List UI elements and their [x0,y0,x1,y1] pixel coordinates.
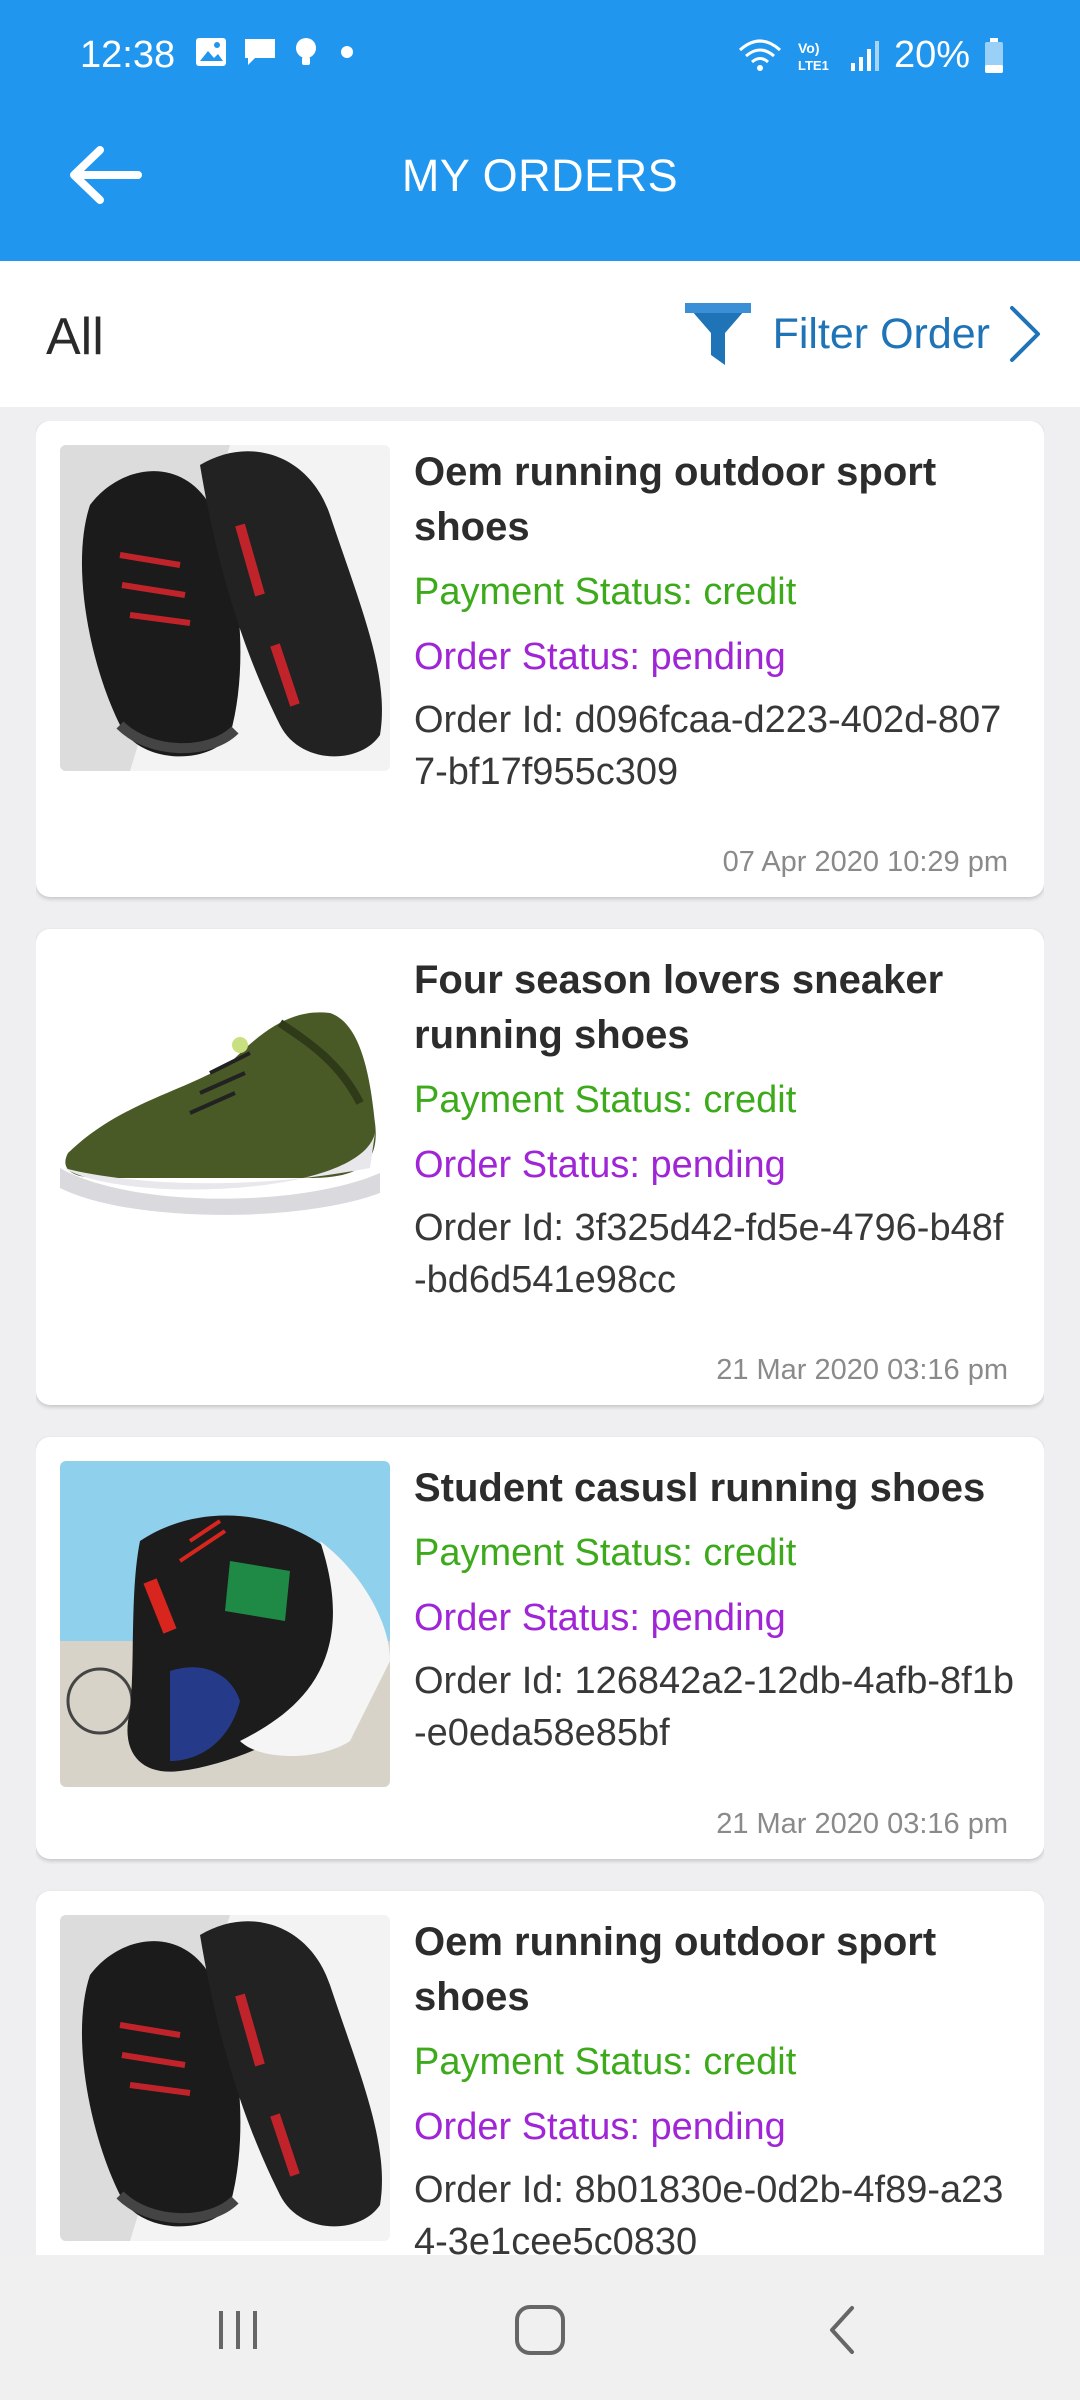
home-button[interactable] [500,2295,580,2365]
order-id: Order Id: 8b01830e-0d2b-4f89-a234-3e1cee… [414,2169,1004,2255]
product-name: Student casusl running shoes [414,1466,986,1510]
product-image [60,953,390,1279]
wifi-icon [738,39,781,71]
order-card[interactable]: Oem running outdoor sport shoes Payment … [36,1891,1044,2255]
order-status: Order Status: pending [414,636,786,678]
system-nav-bar [0,2255,1080,2400]
order-id: Order Id: 3f325d42-fd5e-4796-b48f-bd6d54… [414,1207,1004,1301]
app-bar: 12:38 Vo) LTE1 20% MY ORDERS [0,0,1080,261]
battery-percent: 20% [893,34,970,76]
orders-list[interactable]: Oem running outdoor sport shoes Payment … [36,421,1044,2255]
order-id: Order Id: d096fcaa-d223-402d-8077-bf17f9… [414,699,1002,793]
message-icon [245,39,275,65]
product-image [60,1915,390,2241]
order-status: Order Status: pending [414,2106,786,2148]
volte-icon: Vo) LTE1 [798,40,829,73]
payment-status: Payment Status: credit [414,1079,797,1121]
product-image [60,1461,390,1787]
recents-button[interactable] [198,2295,278,2365]
product-name: Oem running outdoor sport shoes [414,1920,937,2019]
filter-row: All Filter Order [0,261,1080,407]
funnel-icon [684,303,751,365]
order-card[interactable]: Four season lovers sneaker running shoes… [36,929,1044,1405]
product-name: Four season lovers sneaker running shoes [414,958,944,1057]
chevron-right-icon [1010,306,1040,362]
back-icon [830,2306,854,2354]
battery-icon [985,37,1003,73]
dot-icon [341,46,353,58]
signal-icon [850,40,879,71]
image-icon [196,38,226,66]
system-back-button[interactable] [802,2295,882,2365]
status-time: 12:38 [80,34,176,76]
order-date: 21 Mar 2020 03:16 pm [716,1354,1008,1386]
order-card[interactable]: Student casusl running shoes Payment Sta… [36,1437,1044,1859]
filter-order-button[interactable]: Filter Order [683,295,1042,373]
recents-icon [219,2311,257,2349]
payment-status: Payment Status: credit [414,2041,797,2083]
filter-current[interactable]: All [46,307,104,367]
order-status: Order Status: pending [414,1597,786,1639]
product-image [60,445,390,771]
order-date: 07 Apr 2020 10:29 pm [722,846,1008,878]
status-notification-icons [195,36,359,68]
bulb-icon [296,38,316,65]
status-system-icons: Vo) LTE1 20% [738,34,1004,77]
order-id: Order Id: 126842a2-12db-4afb-8f1b-e0eda5… [414,1660,1014,1754]
payment-status: Payment Status: credit [414,571,797,613]
svg-text:Vo): Vo) [798,40,820,56]
page-title: MY ORDERS [401,150,679,201]
order-status: Order Status: pending [414,1144,786,1186]
order-card[interactable]: Oem running outdoor sport shoes Payment … [36,421,1044,897]
svg-text:LTE1: LTE1 [798,58,829,73]
product-name: Oem running outdoor sport shoes [414,450,937,549]
filter-order-label: Filter Order [772,309,990,358]
home-icon [515,2305,565,2355]
order-date: 21 Mar 2020 03:16 pm [716,1808,1008,1840]
payment-status: Payment Status: credit [414,1532,797,1574]
